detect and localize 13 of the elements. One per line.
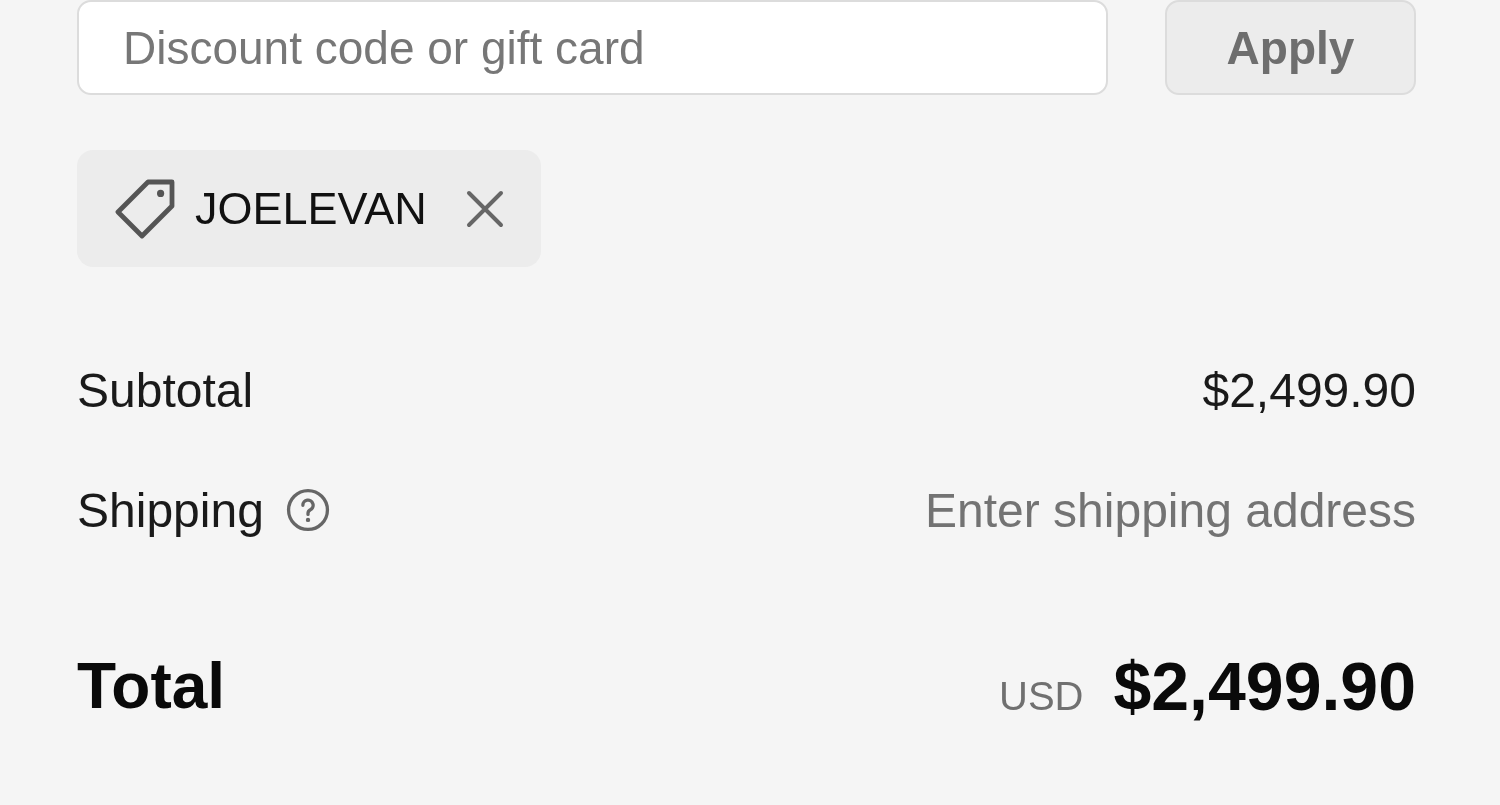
total-amount: $2,499.90 <box>1113 647 1416 725</box>
close-icon <box>464 188 505 229</box>
summary-label: Shipping <box>77 482 264 538</box>
tag-icon <box>115 178 175 239</box>
remove-code-button[interactable] <box>464 188 505 229</box>
summary-value: Enter shipping address <box>925 482 1416 538</box>
discount-code-field[interactable]: Discount code or gift card <box>77 0 1108 95</box>
discount-code: JOELEVAN <box>195 182 427 235</box>
summary-value: $2,499.90 <box>1202 362 1416 418</box>
summary-label: Subtotal <box>77 362 254 418</box>
total-label: Total <box>77 649 226 723</box>
help-icon[interactable] <box>285 488 330 532</box>
currency-code: USD <box>999 674 1084 719</box>
